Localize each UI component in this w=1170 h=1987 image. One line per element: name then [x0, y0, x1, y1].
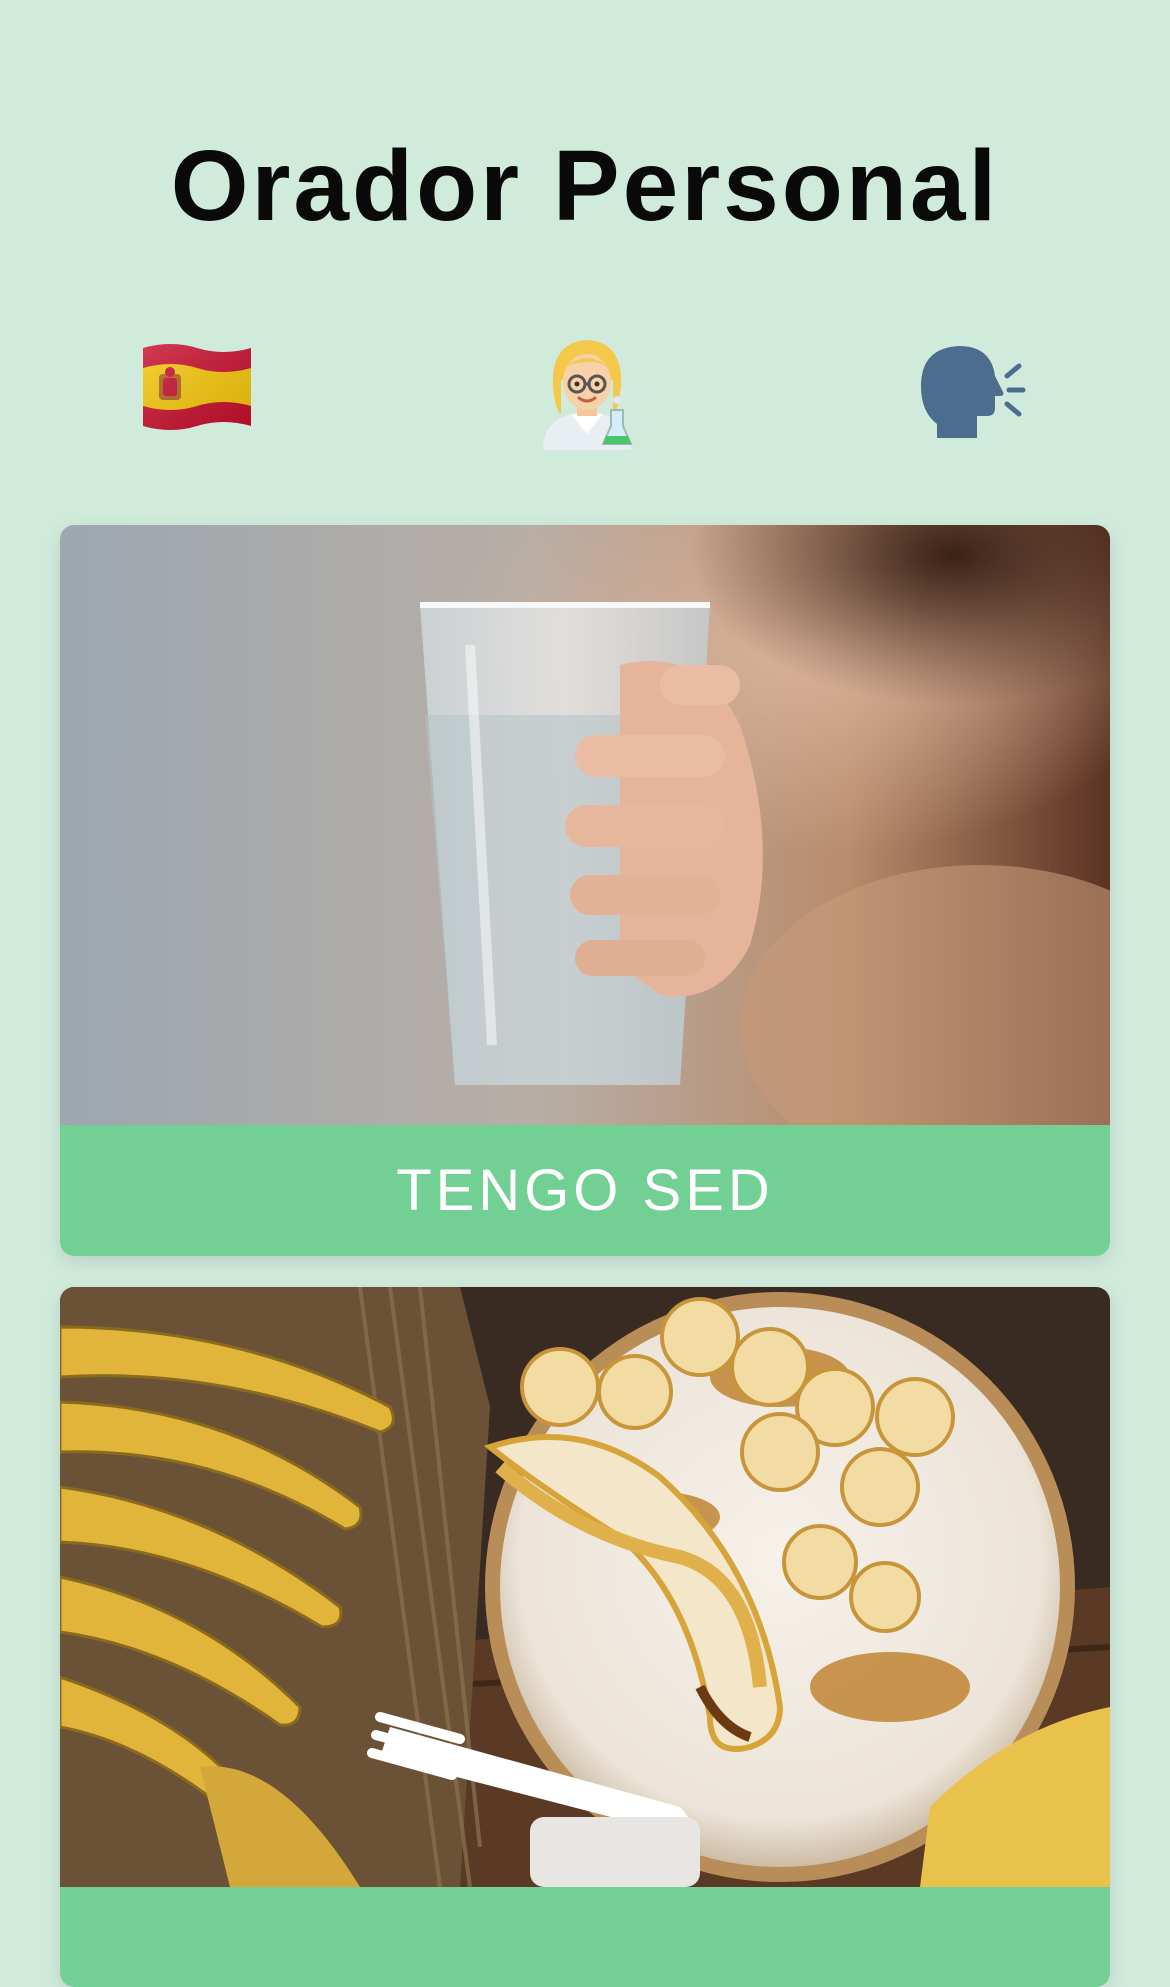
phrase-card[interactable] — [60, 1287, 1110, 1987]
bananas-plate-photo — [60, 1287, 1110, 1887]
phrase-label — [60, 1887, 1110, 1987]
page-title: Orador Personal — [170, 130, 1000, 242]
glass-of-water-photo — [60, 525, 1110, 1125]
phrase-label: TENGO SED — [60, 1125, 1110, 1256]
woman-scientist-icon — [543, 340, 633, 450]
spain-flag-icon — [143, 344, 251, 430]
phrase-card[interactable]: TENGO SED — [60, 525, 1110, 1256]
language-button[interactable] — [137, 330, 257, 450]
toolbar — [0, 330, 1170, 450]
speaking-head-icon — [921, 346, 1026, 438]
speak-button[interactable] — [907, 330, 1027, 450]
voice-button[interactable] — [527, 330, 647, 450]
